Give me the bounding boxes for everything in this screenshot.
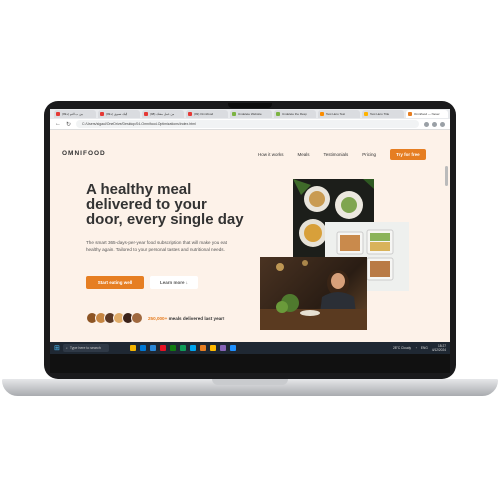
refresh-icon[interactable]: ↻: [66, 121, 71, 128]
browser-tab[interactable]: Undelete Website: [230, 110, 272, 118]
browser-tab[interactable]: (99+) إليك نسوي: [98, 110, 140, 118]
tab-label: Undelete the Resp: [282, 112, 307, 116]
tab-favicon-icon: [232, 112, 236, 116]
delivered-count: 250,000+: [148, 315, 168, 321]
browser-tab[interactable]: (98) من عمل مشك: [142, 110, 184, 118]
clock[interactable]: 18:27 4/12/2024: [432, 344, 446, 352]
tab-label: (99+) إليك نسوي: [106, 112, 128, 116]
tab-label: Undelete Website: [238, 112, 262, 116]
delivered-meals-text: 250,000+ meals delivered last year!: [148, 316, 225, 321]
browser-tab-bar: (99+) بين ب التم (99+) إليك نسوي (98) من ع…: [50, 109, 450, 119]
taskbar-app-icon[interactable]: [199, 345, 206, 351]
camera-notch: [228, 103, 272, 108]
customer-avatar: [131, 312, 143, 324]
tab-label: (99+) بين ب التم: [62, 112, 84, 116]
search-placeholder: Type here to search: [69, 346, 101, 350]
taskbar-app-icon[interactable]: [219, 345, 226, 351]
search-icon: ⌕: [65, 346, 68, 350]
taskbar-app-icon[interactable]: [159, 345, 166, 351]
tab-label: Test Hero Test: [326, 112, 346, 116]
people-eating-photo: [260, 257, 367, 330]
hero-description: The smart 365-days-per-year food subscri…: [86, 240, 227, 252]
tab-favicon-icon: [144, 112, 148, 116]
taskbar-app-icon[interactable]: [139, 345, 146, 351]
taskbar-app-icon[interactable]: [179, 345, 186, 351]
taskbar-app-icon[interactable]: [149, 345, 156, 351]
start-eating-well-button[interactable]: Start eating well: [86, 276, 144, 289]
nav-link-meals[interactable]: Meals: [298, 152, 310, 157]
tab-favicon-icon: [364, 112, 368, 116]
try-for-free-button[interactable]: Try for free: [390, 149, 426, 160]
tab-label: Omnifood — Never: [414, 112, 440, 116]
extension-icon[interactable]: [432, 121, 437, 127]
browser-tab[interactable]: Test Hero Title: [362, 110, 404, 118]
learn-more-button[interactable]: Learn more ↓: [150, 276, 198, 289]
browser-tab[interactable]: Omnifood — Never: [406, 110, 448, 118]
laptop-scene: (99+) بين ب التم (99+) إليك نسوي (98) من ع…: [0, 0, 500, 500]
taskbar-app-icon[interactable]: [209, 345, 216, 351]
extension-icon[interactable]: [424, 121, 429, 127]
browser-tab[interactable]: (99) Omnifood: [186, 110, 228, 118]
tab-favicon-icon: [56, 112, 60, 116]
tab-label: (99) Omnifood: [194, 112, 214, 116]
nav-link-testimonials[interactable]: Testimonials: [324, 152, 349, 157]
taskbar-search[interactable]: ⌕ Type here to search: [62, 344, 109, 352]
taskbar-app-icon[interactable]: [229, 345, 236, 351]
url-field[interactable]: C:/Users/sigaul/OneDrive/Desktop/04-Omni…: [76, 120, 419, 128]
taskbar-app-icon[interactable]: [169, 345, 176, 351]
tab-label: (98) من عمل مشك: [150, 112, 175, 116]
taskbar-app-icon[interactable]: [129, 345, 136, 351]
nav-link-pricing[interactable]: Pricing: [362, 152, 376, 157]
tab-favicon-icon: [320, 112, 324, 116]
browser-tab[interactable]: Test Hero Test: [318, 110, 360, 118]
taskbar-apps: [129, 345, 236, 351]
extension-icons: [424, 121, 445, 127]
clock-date: 4/12/2024: [431, 348, 446, 352]
windows-taskbar: ⊞ ⌕ Type here to search 28°C Cloudy ◔ EN…: [50, 342, 450, 354]
laptop-screen: (99+) بين ب التم (99+) إليك نسوي (98) من ع…: [50, 109, 450, 373]
back-icon[interactable]: ←: [55, 121, 61, 127]
delivered-label: meals delivered last year!: [168, 315, 225, 321]
omnifood-page: OMNIFOOD How it works Meals Testimonials…: [50, 130, 450, 342]
browser-tab[interactable]: Undelete the Resp: [274, 110, 316, 118]
tab-favicon-icon: [188, 112, 192, 116]
language-indicator[interactable]: ENG: [421, 346, 428, 350]
hero-title: A healthy meal delivered to your door, e…: [86, 181, 244, 228]
main-nav: How it works Meals Testimonials Pricing …: [258, 149, 426, 160]
delivered-meals: 250,000+ meals delivered last year!: [86, 312, 225, 324]
nav-link-how-it-works[interactable]: How it works: [258, 152, 284, 157]
tab-favicon-icon: [276, 112, 280, 116]
tab-favicon-icon: [408, 112, 412, 116]
wifi-icon[interactable]: ◔: [415, 346, 417, 350]
windows-start-icon[interactable]: ⊞: [54, 344, 60, 352]
profile-icon[interactable]: [440, 121, 445, 127]
scrollbar[interactable]: [445, 166, 448, 186]
laptop-thumb-notch: [212, 379, 288, 385]
taskbar-app-icon[interactable]: [189, 345, 196, 351]
browser-tab[interactable]: (99+) بين ب التم: [54, 110, 96, 118]
address-bar: ← ↻ C:/Users/sigaul/OneDrive/Desktop/04-…: [50, 119, 450, 130]
tab-label: Test Hero Title: [370, 112, 390, 116]
weather-text[interactable]: 28°C Cloudy: [393, 346, 411, 350]
system-tray: 28°C Cloudy ◔ ENG 18:27 4/12/2024: [393, 344, 446, 352]
logo[interactable]: OMNIFOOD: [62, 150, 106, 157]
tab-favicon-icon: [100, 112, 104, 116]
screen-bezel-bottom: [50, 354, 450, 373]
